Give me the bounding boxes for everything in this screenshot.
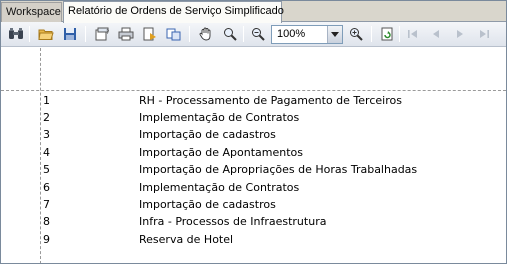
toolbar-separator [29,26,30,42]
chevron-down-icon[interactable] [327,26,342,43]
toolbar-separator [85,26,86,42]
report-row: 2 Implementação de Contratos [1,110,506,127]
report-toolbar: ? 100% [1,22,506,47]
row-number: 1 [43,94,50,107]
row-description: Importação de Apontamentos [139,146,304,159]
row-description: Implementação de Contratos [139,111,300,124]
magnifier-icon[interactable] [221,25,239,43]
refresh-icon[interactable] [378,25,396,43]
hand-pan-icon[interactable] [197,25,215,43]
row-description: Importação de cadastros [139,128,276,141]
next-page-icon[interactable] [451,25,469,43]
report-row: 6 Implementação de Contratos [1,180,506,197]
toolbar-separator [399,26,400,42]
margin-guide-horizontal [1,90,506,91]
toolbar-separator [371,26,372,42]
page-setup-icon[interactable]: ? [93,25,111,43]
report-row: 1 RH - Processamento de Pagamento de Ter… [1,93,506,110]
report-row: 4 Importação de Apontamentos [1,145,506,162]
tab-relatorio-ordens-servico[interactable]: Relatório de Ordens de Serviço Simplific… [63,1,284,23]
print-icon[interactable] [117,25,135,43]
row-number: 9 [43,233,50,246]
report-row: 9 Reserva de Hotel [1,232,506,249]
report-row: 8 Infra - Processos de Infraestrutura [1,214,506,231]
open-folder-icon[interactable] [37,25,55,43]
row-number: 7 [43,198,50,211]
tab-strip: Workspace Relatório de Ordens de Serviço… [1,1,506,23]
binoculars-icon[interactable] [7,25,25,43]
row-description: Importação de cadastros [139,198,276,211]
zoom-out-icon[interactable] [249,25,267,43]
report-row: 7 Importação de cadastros [1,197,506,214]
report-viewer-window: Workspace Relatório de Ordens de Serviço… [0,0,507,264]
first-page-icon[interactable] [404,25,422,43]
row-number: 6 [43,181,50,194]
zoom-select[interactable]: 100% [271,25,343,44]
tab-workspace[interactable]: Workspace [1,2,62,22]
svg-text:?: ? [106,29,109,36]
row-description: Importação de Apropriações de Horas Trab… [139,163,418,176]
row-description: Implementação de Contratos [139,181,300,194]
row-number: 8 [43,215,50,228]
report-row: 3 Importação de cadastros [1,127,506,144]
row-number: 4 [43,146,50,159]
export-icon[interactable] [141,25,159,43]
row-number: 3 [43,128,50,141]
page-layout-icon[interactable] [165,25,183,43]
zoom-in-icon[interactable] [347,25,365,43]
row-description: Reserva de Hotel [139,233,234,246]
row-number: 2 [43,111,50,124]
report-row: 5 Importação de Apropriações de Horas Tr… [1,162,506,179]
previous-page-icon[interactable] [427,25,445,43]
toolbar-separator [243,26,244,42]
toolbar-separator [189,26,190,42]
row-description: RH - Processamento de Pagamento de Terce… [139,94,402,107]
last-page-icon[interactable] [475,25,493,43]
report-page: 1 RH - Processamento de Pagamento de Ter… [1,48,506,263]
save-icon[interactable] [61,25,79,43]
row-description: Infra - Processos de Infraestrutura [139,215,327,228]
row-number: 5 [43,163,50,176]
zoom-value: 100% [277,28,306,40]
